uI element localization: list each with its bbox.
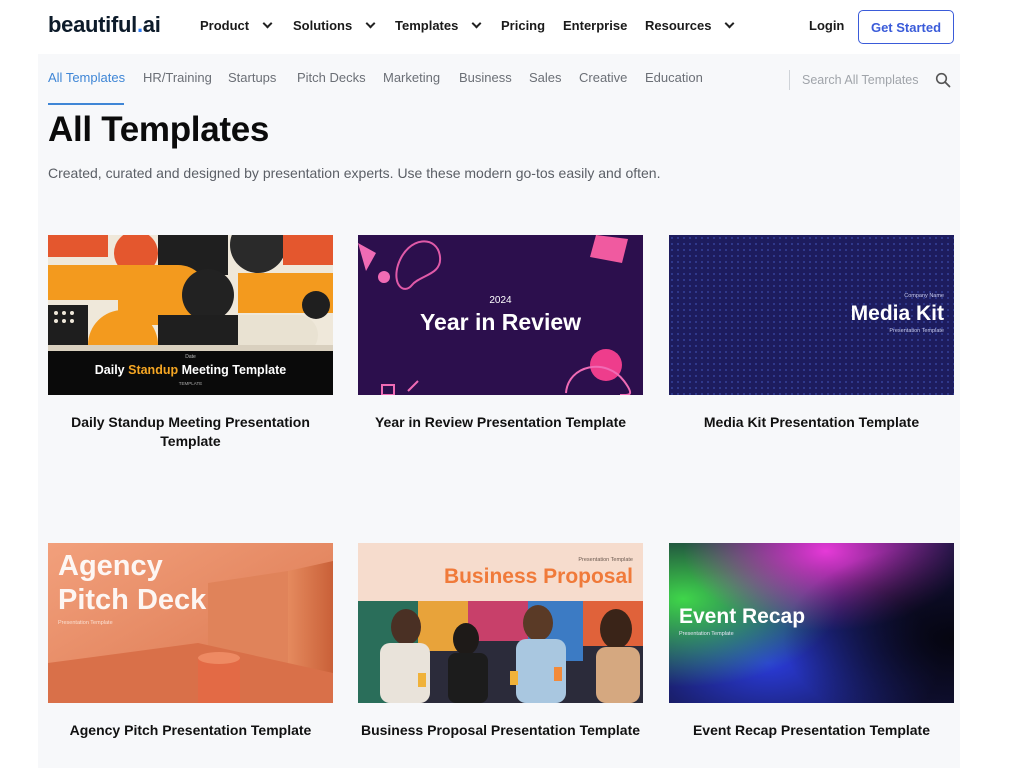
search-icon[interactable] (935, 72, 951, 88)
tab-pitch-decks[interactable]: Pitch Decks (297, 70, 366, 85)
nav-templates[interactable]: Templates (395, 18, 482, 33)
template-thumbnail[interactable]: 2024 Year in Review (358, 235, 643, 395)
nav-resources[interactable]: Resources (645, 18, 735, 33)
thumb-heading: Media Kit (850, 302, 944, 325)
card-title[interactable]: Year in Review Presentation Template (358, 413, 643, 432)
logo-ai-text: ai (142, 12, 161, 37)
nav-solutions-label: Solutions (293, 18, 353, 33)
chevron-down-icon (725, 18, 735, 29)
thumb-footer: TEMPLATE (178, 381, 203, 386)
template-thumbnail[interactable]: Company Name Media Kit Presentation Temp… (669, 235, 954, 395)
thumb-sub: Presentation Template (679, 631, 734, 637)
template-thumbnail[interactable]: Agency Pitch Deck Presentation Template (48, 543, 333, 703)
card-title[interactable]: Agency Pitch Presentation Template (48, 721, 333, 740)
tab-education[interactable]: Education (645, 70, 703, 85)
thumb-sub: Presentation Template (889, 328, 944, 334)
search-divider (789, 70, 790, 90)
get-started-button[interactable]: Get Started (858, 10, 954, 44)
search-input[interactable] (802, 70, 926, 90)
chevron-down-icon (262, 18, 273, 29)
template-thumbnail[interactable]: Date Daily Standup Meeting Template TEMP… (48, 235, 333, 395)
page-subtitle: Created, curated and designed by present… (48, 165, 661, 181)
thumb-heading: Event Recap (679, 605, 806, 628)
nav-solutions[interactable]: Solutions (293, 18, 376, 33)
thumb-heading-line2: Pitch Deck (58, 584, 207, 616)
thumb-kicker: Date (185, 354, 196, 360)
thumb-kicker: Presentation Template (578, 557, 633, 563)
tab-startups[interactable]: Startups (228, 70, 276, 85)
chevron-down-icon (471, 18, 482, 29)
logo-main-text: beautiful (48, 12, 137, 37)
chevron-down-icon (365, 18, 376, 29)
thumb-year: 2024 (489, 295, 512, 306)
thumb-heading-post: Meeting Template (178, 363, 287, 377)
thumb-heading-pre: Daily (94, 363, 129, 377)
nav-templates-label: Templates (395, 18, 459, 33)
card-title[interactable]: Media Kit Presentation Template (669, 413, 954, 432)
nav-pricing[interactable]: Pricing (501, 18, 545, 33)
thumb-heading: Business Proposal (443, 565, 633, 588)
nav-enterprise[interactable]: Enterprise (563, 18, 627, 33)
card-title[interactable]: Daily Standup Meeting Presentation Templ… (48, 413, 333, 451)
beautiful-ai-logo[interactable]: beautiful.ai (48, 12, 161, 38)
thumb-heading: Year in Review (419, 309, 582, 335)
tab-hr-training[interactable]: HR/Training (143, 70, 212, 85)
nav-pricing-label: Pricing (501, 18, 546, 33)
template-thumbnail[interactable]: Event Recap Presentation Template (669, 543, 954, 703)
nav-resources-label: Resources (645, 18, 712, 33)
thumb-heading: Daily Standup Meeting Template (48, 363, 333, 377)
thumb-sub: Presentation Template (58, 620, 113, 626)
template-thumbnail[interactable]: Presentation Template Business Proposal (358, 543, 643, 703)
thumb-heading-highlight: Standup (128, 363, 179, 377)
nav-product-label: Product (200, 18, 250, 33)
top-navigation: beautiful.ai Product Solutions Templates… (0, 0, 1024, 54)
tab-business[interactable]: Business (459, 70, 512, 85)
nav-product[interactable]: Product (200, 18, 273, 33)
nav-enterprise-label: Enterprise (563, 18, 628, 33)
thumb-heading-line1: Agency (58, 550, 163, 582)
active-tab-indicator (48, 103, 124, 105)
card-title[interactable]: Event Recap Presentation Template (669, 721, 954, 740)
thumb-kicker: Company Name (904, 293, 944, 299)
page-title: All Templates (48, 110, 270, 149)
login-link[interactable]: Login (809, 18, 844, 33)
card-title[interactable]: Business Proposal Presentation Template (358, 721, 643, 740)
tab-creative[interactable]: Creative (579, 70, 627, 85)
tab-marketing[interactable]: Marketing (383, 70, 440, 85)
tab-sales[interactable]: Sales (529, 70, 562, 85)
tab-all-templates[interactable]: All Templates (48, 70, 125, 85)
